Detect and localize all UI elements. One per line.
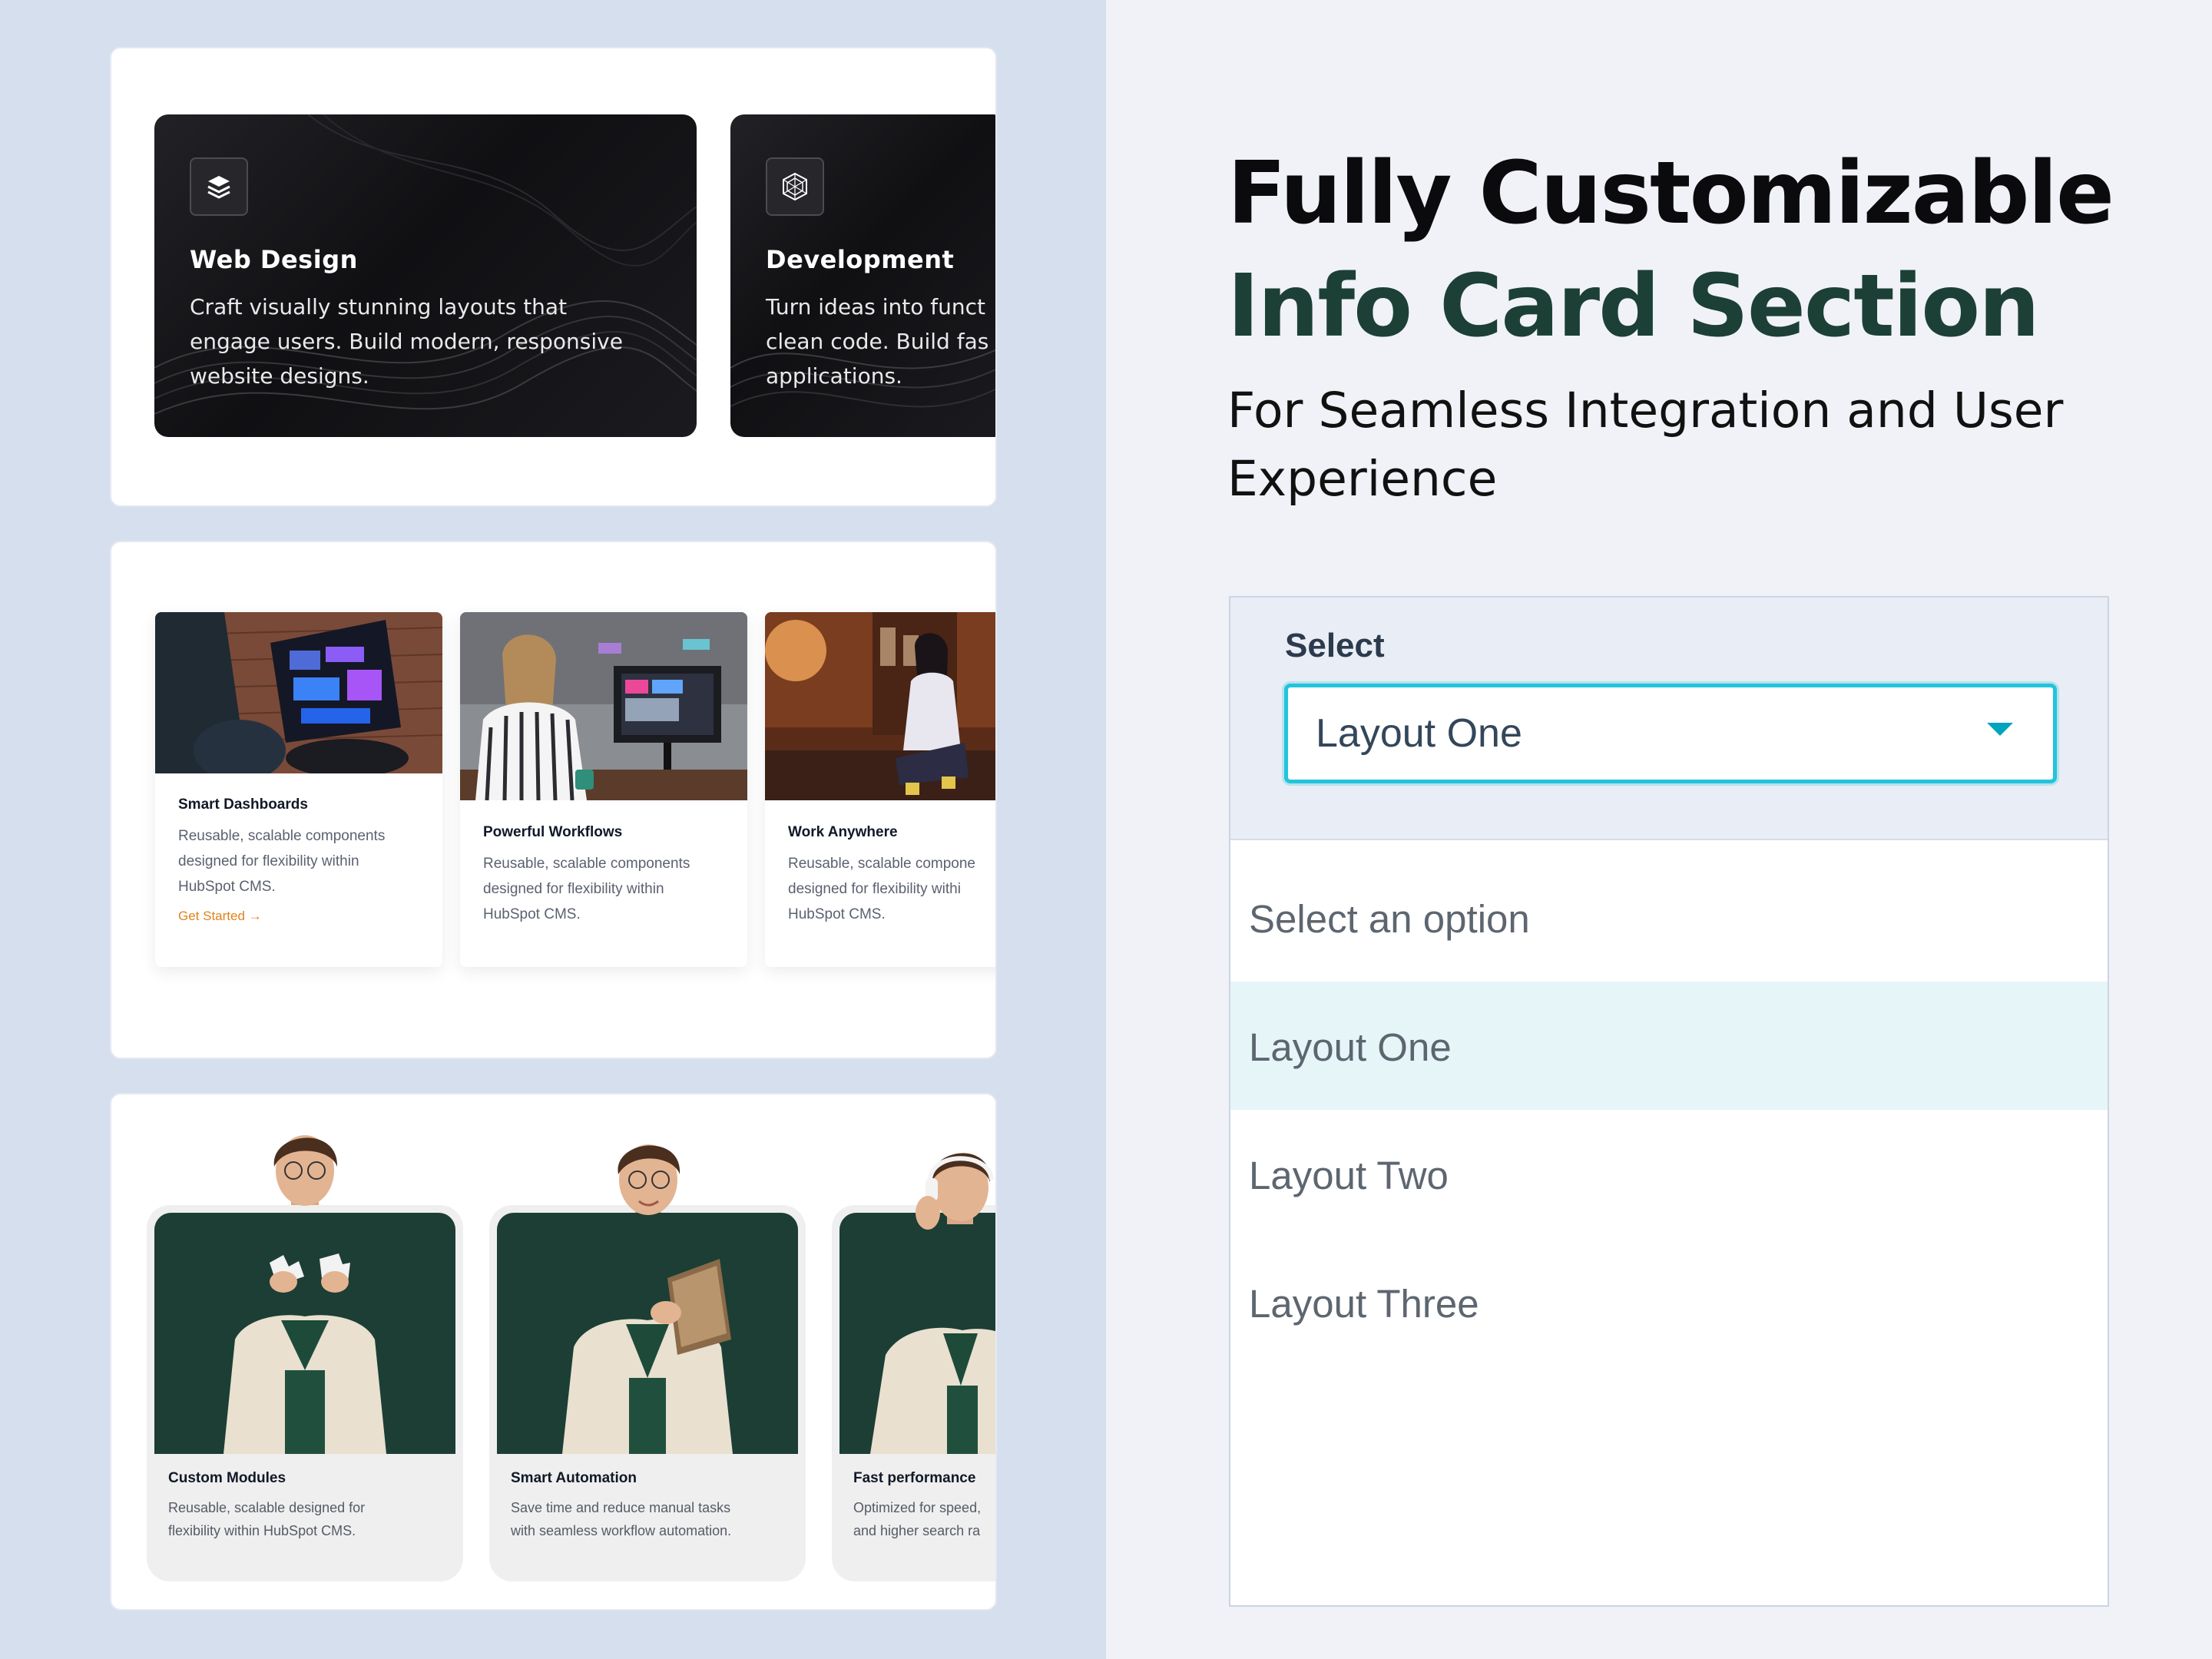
image-card-work-anywhere: Work Anywhere Reusable, scalable compone… [765,612,995,967]
select-option-layout-three[interactable]: Layout Three [1230,1238,2108,1366]
card-title: Web Design [190,245,358,274]
info-card-development: Development Turn ideas into funct clean c… [730,114,995,437]
page-subtitle: For Seamless Integration and User Experi… [1227,382,2064,507]
page-title-accent: Info Card Section [1227,257,2040,356]
person-card-custom-modules: Custom Modules Reusable, scalable design… [147,1135,463,1581]
card-description: Reusable, scalable compone designed for f… [788,856,975,922]
polygon-icon [766,157,824,216]
card-title: Work Anywhere [788,824,898,840]
person-tablet-illustration [562,1144,733,1454]
card-title: Fast performance [853,1470,976,1486]
layout-select-widget: Select Layout One Select an option Layou… [1229,596,2109,1607]
person-puzzle-illustration [224,1135,386,1454]
card-title: Custom Modules [168,1470,286,1486]
caret-down-icon [1987,723,2013,736]
get-started-link[interactable]: Get Started → [178,909,262,924]
select-option-placeholder[interactable]: Select an option [1230,853,2108,982]
image-card-smart-dashboards: Smart Dashboards Reusable, scalable comp… [155,612,442,967]
card-description: Reusable, scalable components designed fo… [483,856,690,922]
person-card-smart-automation: Smart Automation Save time and reduce ma… [489,1144,806,1581]
card-description: Turn ideas into funct clean code. Build f… [766,294,989,389]
card-description: Craft visually stunning layouts that enga… [190,294,623,389]
layers-icon [190,157,248,216]
workflows-photo [460,612,747,800]
card-title: Smart Automation [511,1470,637,1486]
select-option-layout-two[interactable]: Layout Two [1230,1110,2108,1238]
layout-select-dropdown[interactable]: Layout One [1284,684,2057,783]
card-description: Reusable, scalable components designed fo… [178,828,386,895]
card-title: Powerful Workflows [483,824,623,840]
person-headphones-illustration [870,1153,995,1454]
layout-preview-person-cards: Custom Modules Reusable, scalable design… [110,1093,997,1611]
select-current-value: Layout One [1316,711,1522,756]
card-description: Save time and reduce manual tasks with se… [511,1500,732,1538]
work-anywhere-photo [765,612,995,800]
card-description: Optimized for speed, and higher search ra [853,1500,982,1538]
layout-preview-image-cards: Smart Dashboards Reusable, scalable comp… [110,541,997,1059]
page-title: Fully Customizable [1227,144,2114,243]
info-card-web-design: Web Design Craft visually stunning layou… [154,114,697,437]
person-card-fast-performance: Fast performance Optimized for speed, and… [832,1153,995,1581]
select-header: Select Layout One [1230,598,2108,840]
select-option-layout-one[interactable]: Layout One [1230,982,2108,1110]
card-title: Smart Dashboards [178,796,308,813]
layout-preview-dark-cards: Web Design Craft visually stunning layou… [110,47,997,507]
image-card-powerful-workflows: Powerful Workflows Reusable, scalable co… [460,612,747,967]
card-title: Development [766,245,955,274]
select-label: Select [1285,627,1385,664]
card-description: Reusable, scalable designed for flexibili… [168,1500,366,1538]
dashboard-photo [155,612,442,773]
